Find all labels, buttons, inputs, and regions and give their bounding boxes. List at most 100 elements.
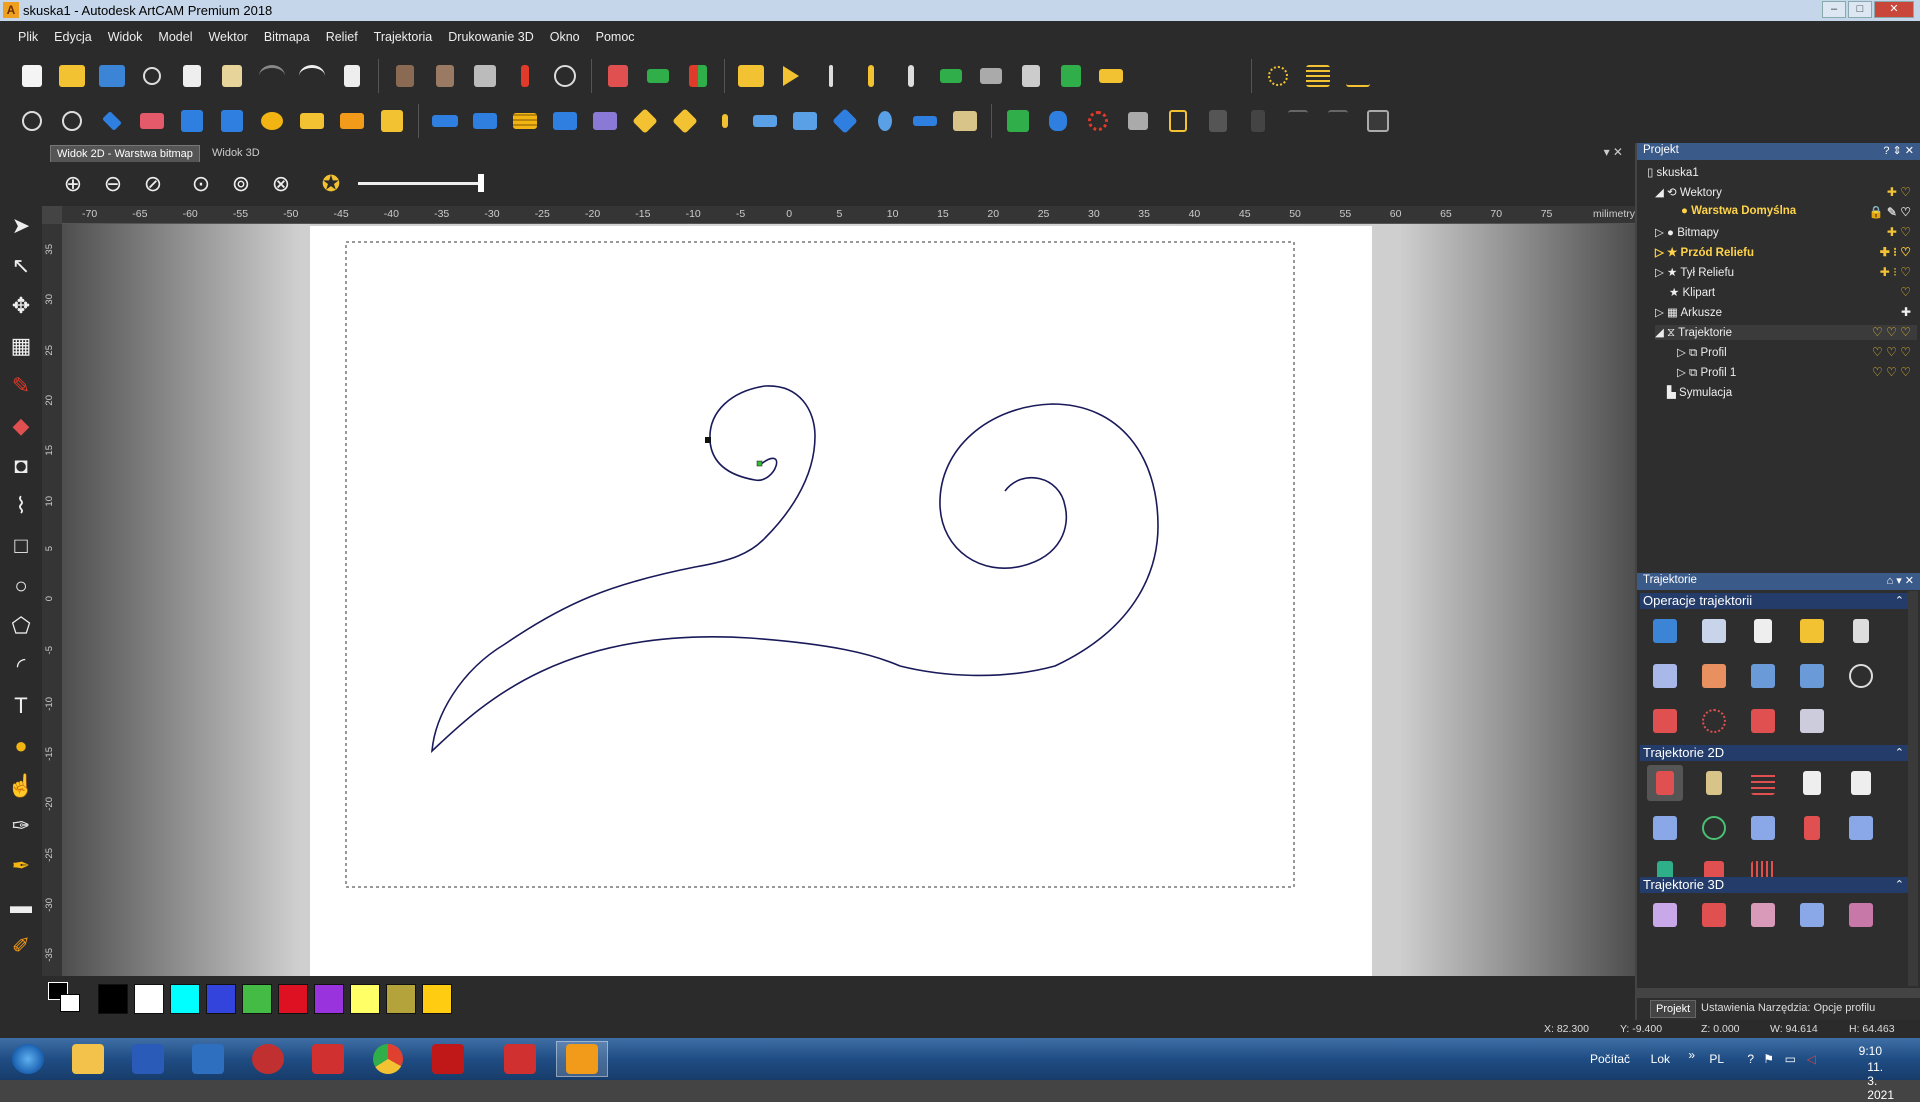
tree-item-warstwa-domyslna[interactable]: ● Warstwa Domyślna 🔒 ✎ ♡ (1681, 205, 1917, 219)
bitmap-size-button[interactable] (425, 56, 465, 96)
solidworks-taskbar-icon[interactable] (302, 1041, 354, 1077)
blue-diamond-button[interactable] (825, 101, 865, 141)
flag-icon[interactable]: ⚑ (1763, 1052, 1774, 1066)
drop-icon[interactable]: ● (0, 726, 42, 766)
acrobat-taskbar-icon[interactable] (422, 1041, 474, 1077)
zoom-in-icon[interactable]: ⊕ (58, 170, 88, 200)
yellow-diamond2-button[interactable] (665, 101, 705, 141)
download-icon[interactable] (1843, 613, 1879, 649)
swatch-white[interactable] (134, 984, 164, 1014)
rest-machining-icon[interactable] (1745, 897, 1781, 933)
open-folder-button[interactable] (52, 56, 92, 96)
zoom-out-icon[interactable]: ⊖ (98, 170, 128, 200)
help-icon[interactable]: ? (1747, 1052, 1754, 1066)
nodes-button[interactable] (1258, 56, 1298, 96)
feature-icon[interactable] (1794, 897, 1830, 933)
profile-toolpath-icon[interactable] (1647, 765, 1683, 801)
swatch-green[interactable] (242, 984, 272, 1014)
view-tab-controls[interactable]: ▾ ✕ (1604, 145, 1623, 159)
move-icon[interactable] (1843, 658, 1879, 694)
tree-item-przod-reliefu[interactable]: ▷ ★ Przód Reliefu ✚ ⁝ ♡ (1655, 245, 1917, 259)
section-toolpath-operations[interactable]: Operacje trajektorii ⌃ (1640, 593, 1910, 609)
swatch-cyan[interactable] (170, 984, 200, 1014)
toolpaths-panel-controls[interactable]: ⌂ ▾ ✕ (1887, 574, 1915, 587)
paste-button[interactable] (212, 56, 252, 96)
orange-relief-button[interactable] (332, 101, 372, 141)
star-button[interactable] (891, 56, 931, 96)
sheet-list-icon[interactable] (1745, 613, 1781, 649)
text-icon[interactable]: T (0, 686, 42, 726)
tray-lok-label[interactable]: Lok (1651, 1052, 1670, 1066)
swatch-black[interactable] (98, 984, 128, 1014)
box-tool-icon[interactable] (1696, 658, 1732, 694)
lasso-button[interactable] (52, 101, 92, 141)
toolpaths-scrollbar[interactable] (1908, 591, 1918, 986)
new-file-button[interactable] (12, 56, 52, 96)
menu-edycja[interactable]: Edycja (46, 30, 100, 44)
purple-stack-button[interactable] (585, 101, 625, 141)
drill-2-icon[interactable] (1843, 765, 1879, 801)
zoom-slider-track[interactable] (358, 182, 484, 185)
explorer-taskbar-icon[interactable] (62, 1041, 114, 1077)
mesh-icon[interactable]: ▦ (0, 326, 42, 366)
star-machining-icon[interactable] (1843, 897, 1879, 933)
arc-icon[interactable]: ◜ (0, 646, 42, 686)
section-3d-toolpaths[interactable]: Trajektorie 3D ⌃ (1640, 877, 1910, 893)
network-icon[interactable]: ▭ (1785, 1052, 1796, 1066)
zoom-1to1-icon[interactable]: ⊙ (186, 170, 216, 200)
solidworks2-taskbar-icon[interactable] (494, 1041, 546, 1077)
disabled-tool-2[interactable] (1238, 101, 1278, 141)
start-button[interactable] (2, 1041, 54, 1077)
add-green-button[interactable] (998, 101, 1038, 141)
paint-icon[interactable]: ✐ (0, 926, 42, 966)
smudge-icon[interactable]: ☝ (0, 766, 42, 806)
volume-icon[interactable]: ◁ (1807, 1052, 1816, 1066)
dots-button[interactable] (705, 101, 745, 141)
blue-layer-button[interactable] (92, 101, 132, 141)
sheet-button[interactable] (1051, 56, 1091, 96)
tab-tool-settings[interactable]: Ustawienia Narzędzia: Opcje profilu (1696, 1000, 1880, 1016)
disabled-tool-4[interactable] (1318, 101, 1358, 141)
transform-toolpath-icon[interactable] (1647, 703, 1683, 739)
save-button[interactable] (92, 56, 132, 96)
erase-relief-button[interactable] (132, 101, 172, 141)
tree-item-bitmapy[interactable]: ▷ ● Bitmapy ✚ ♡ (1655, 225, 1917, 239)
word-taskbar-icon[interactable] (122, 1041, 174, 1077)
green-layer-button[interactable] (931, 56, 971, 96)
curve-button[interactable] (851, 56, 891, 96)
tree-item-klipart[interactable]: ★ Klipart ♡ (1669, 285, 1917, 299)
yellow-layer-button[interactable] (1091, 56, 1131, 96)
tray-computer-label[interactable]: Počítač (1590, 1052, 1630, 1066)
stack-button[interactable] (971, 56, 1011, 96)
menu-trajektoria[interactable]: Trajektoria (366, 30, 441, 44)
floppy-taskbar-icon[interactable] (182, 1041, 234, 1077)
extrude-button[interactable] (172, 101, 212, 141)
section-2d-toolpaths[interactable]: Trajektorie 2D ⌃ (1640, 745, 1910, 761)
cone-tool-icon[interactable] (1647, 658, 1683, 694)
menu-bitmapa[interactable]: Bitmapa (256, 30, 318, 44)
layers-stack-button[interactable] (945, 101, 985, 141)
tab-3d-view[interactable]: Widok 3D (206, 145, 266, 162)
menu-wektor[interactable]: Wektor (200, 30, 255, 44)
menu-widok[interactable]: Widok (100, 30, 151, 44)
secondary-color-swatch[interactable] (60, 994, 80, 1012)
tray-date[interactable]: 11. 3. 2021 (1867, 1060, 1894, 1102)
star-relief-button[interactable] (372, 101, 412, 141)
figure-button[interactable] (865, 101, 905, 141)
z-level-icon[interactable] (1696, 897, 1732, 933)
layer-green-button[interactable] (638, 56, 678, 96)
calculator-icon[interactable] (1696, 613, 1732, 649)
shape-tool-icon[interactable]: ◘ (0, 446, 42, 486)
minimize-button[interactable]: – (1822, 1, 1846, 18)
measure-button[interactable] (545, 56, 585, 96)
folder-edit-icon[interactable] (1794, 613, 1830, 649)
color-tiles-button[interactable] (678, 56, 718, 96)
tree-item-profil-1[interactable]: ▷ ⧉ Profil 1 ♡ ♡ ♡ (1677, 365, 1917, 380)
model-sheet[interactable] (310, 226, 1372, 976)
tree-item-tyl-reliefu[interactable]: ▷ ★ Tył Reliefu ✚ ⁝ ♡ (1655, 265, 1917, 279)
yellow-slab-button[interactable] (292, 101, 332, 141)
menu-relief[interactable]: Relief (318, 30, 366, 44)
select-arrow-icon[interactable]: ➤ (0, 206, 42, 246)
pin-icon[interactable]: ✪ (316, 170, 346, 200)
tree-item-symulacja[interactable]: ▙ Symulacja (1667, 385, 1732, 399)
